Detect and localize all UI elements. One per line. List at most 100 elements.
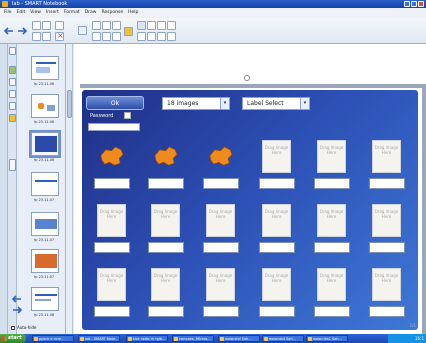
label-select-dropdown[interactable]: Label Select ▾ xyxy=(242,97,310,110)
maximize-button[interactable] xyxy=(411,1,417,7)
label-field[interactable] xyxy=(314,306,350,317)
image-drop-slot[interactable]: Drag Image Here xyxy=(372,268,401,301)
label-field[interactable] xyxy=(314,242,350,253)
image-drop-slot[interactable]: Drag Image Here xyxy=(206,268,235,301)
menu-file[interactable]: File xyxy=(4,8,12,18)
label-field[interactable] xyxy=(94,306,130,317)
previous-page-icon[interactable] xyxy=(12,295,22,303)
start-button[interactable]: start xyxy=(0,334,26,343)
notebook-page[interactable]: Ok Password 18 images ▾ Label Select ▾ D… xyxy=(74,44,426,334)
label-field[interactable] xyxy=(369,178,405,189)
taskbar-item[interactable]: Use radio m rgib... xyxy=(126,335,168,342)
add-page-icon[interactable] xyxy=(42,32,51,41)
sorter-scrollbar[interactable] xyxy=(66,44,73,334)
image-drop-slot[interactable]: Drag Image Here xyxy=(317,204,346,237)
page-thumbnail[interactable]: fp 23.11.06 xyxy=(31,56,59,86)
auto-hide-option[interactable]: Auto-hide xyxy=(11,325,36,330)
page-thumbnail[interactable]: fp 23.11.07 xyxy=(31,172,59,202)
label-field[interactable] xyxy=(148,242,184,253)
label-field[interactable] xyxy=(259,306,295,317)
label-field[interactable] xyxy=(369,242,405,253)
eraser-icon[interactable] xyxy=(167,32,176,41)
back-arrow-icon[interactable] xyxy=(3,27,14,35)
attachments-tab[interactable] xyxy=(9,78,16,86)
image-drop-slot[interactable]: Drag Image Here xyxy=(262,268,291,301)
country-map-image[interactable] xyxy=(151,140,180,173)
page-thumbnail[interactable]: fp 23.11.08 xyxy=(31,287,59,317)
menu-format[interactable]: Format xyxy=(64,8,80,18)
image-drop-slot[interactable]: Drag Image Here xyxy=(151,204,180,237)
password-checkbox[interactable] xyxy=(124,112,131,119)
rotate-handle[interactable] xyxy=(244,75,250,81)
page-view-icon[interactable] xyxy=(112,32,121,41)
menu-edit[interactable]: Edit xyxy=(17,8,26,18)
taskbar-item[interactable]: lab - SMART Note... xyxy=(78,335,120,342)
pen-icon[interactable] xyxy=(147,21,156,30)
collapse-tab[interactable] xyxy=(9,159,16,171)
menu-response[interactable]: Response xyxy=(101,8,123,18)
image-drop-slot[interactable]: Drag Image Here xyxy=(97,204,126,237)
cut-icon[interactable] xyxy=(92,32,101,41)
table-icon[interactable] xyxy=(102,21,111,30)
gallery-tab[interactable] xyxy=(9,66,16,74)
delete-icon[interactable]: × xyxy=(55,31,64,41)
document-camera-icon[interactable] xyxy=(92,21,101,30)
next-page-icon[interactable] xyxy=(12,306,22,314)
page-sorter-tab[interactable] xyxy=(9,47,16,55)
label-field[interactable] xyxy=(314,178,350,189)
menu-draw[interactable]: Draw xyxy=(85,8,97,18)
image-count-select[interactable]: 18 images ▾ xyxy=(162,97,230,110)
page-thumbnail[interactable]: fp 23.11.06 xyxy=(31,94,59,124)
lock-icon[interactable] xyxy=(124,27,133,36)
ok-button[interactable]: Ok xyxy=(86,96,144,110)
screen-shade-bar[interactable] xyxy=(80,84,424,88)
addons-tab[interactable] xyxy=(9,102,16,110)
close-button[interactable] xyxy=(418,1,424,7)
image-drop-slot[interactable]: Drag Image Here xyxy=(317,140,346,173)
capture-icon[interactable] xyxy=(112,21,121,30)
image-drop-slot[interactable]: Drag Image Here xyxy=(97,268,126,301)
label-field[interactable] xyxy=(148,178,184,189)
screen-shade-icon[interactable] xyxy=(78,26,87,35)
taskbar-item[interactable]: www.shd Sah... xyxy=(218,335,260,342)
shape-icon[interactable] xyxy=(147,32,156,41)
page-thumbnail[interactable]: fp 23.11.07 xyxy=(31,249,59,279)
label-field[interactable] xyxy=(369,306,405,317)
taskbar-item[interactable]: www.ob4 Sah... xyxy=(262,335,304,342)
image-drop-slot[interactable]: Drag Image Here xyxy=(206,204,235,237)
image-drop-slot[interactable]: Drag Image Here xyxy=(262,140,291,173)
undo-icon[interactable] xyxy=(32,21,41,30)
taskbar-item[interactable]: www.nbs1 Sah... xyxy=(306,335,348,342)
forward-arrow-icon[interactable] xyxy=(17,27,28,35)
page-thumbnail[interactable]: fp 23.11.07 xyxy=(31,212,59,242)
line-icon[interactable] xyxy=(157,32,166,41)
magic-pen-icon[interactable] xyxy=(167,21,176,30)
label-field[interactable] xyxy=(203,178,239,189)
image-drop-slot[interactable]: Drag Image Here xyxy=(262,204,291,237)
taskbar-item[interactable]: convaex- Micros... xyxy=(172,335,214,342)
image-drop-slot[interactable]: Drag Image Here xyxy=(317,268,346,301)
scrollbar-thumb[interactable] xyxy=(67,90,72,118)
label-field[interactable] xyxy=(94,178,130,189)
text-icon[interactable] xyxy=(137,32,146,41)
redo-icon[interactable] xyxy=(42,21,51,30)
label-field[interactable] xyxy=(259,178,295,189)
image-drop-slot[interactable]: Drag Image Here xyxy=(372,204,401,237)
blank-page-icon[interactable] xyxy=(32,32,41,41)
password-input[interactable] xyxy=(88,123,140,131)
taskbar-item[interactable]: ppsck e ncm... xyxy=(32,335,74,342)
auto-hide-checkbox[interactable] xyxy=(11,325,15,330)
menu-help[interactable]: Help xyxy=(128,8,138,18)
country-map-image[interactable] xyxy=(206,140,235,173)
label-field[interactable] xyxy=(203,306,239,317)
paste-icon[interactable] xyxy=(55,21,64,30)
label-field[interactable] xyxy=(148,306,184,317)
page-thumbnail-selected[interactable]: fp 23.11.06 xyxy=(29,130,61,162)
menu-insert[interactable]: Insert xyxy=(46,8,59,18)
copy-icon[interactable] xyxy=(102,32,111,41)
label-field[interactable] xyxy=(203,242,239,253)
select-arrow-icon[interactable] xyxy=(137,21,146,30)
label-field[interactable] xyxy=(259,242,295,253)
highlighter-icon[interactable] xyxy=(157,21,166,30)
lesson-activity-tab[interactable] xyxy=(9,114,16,122)
